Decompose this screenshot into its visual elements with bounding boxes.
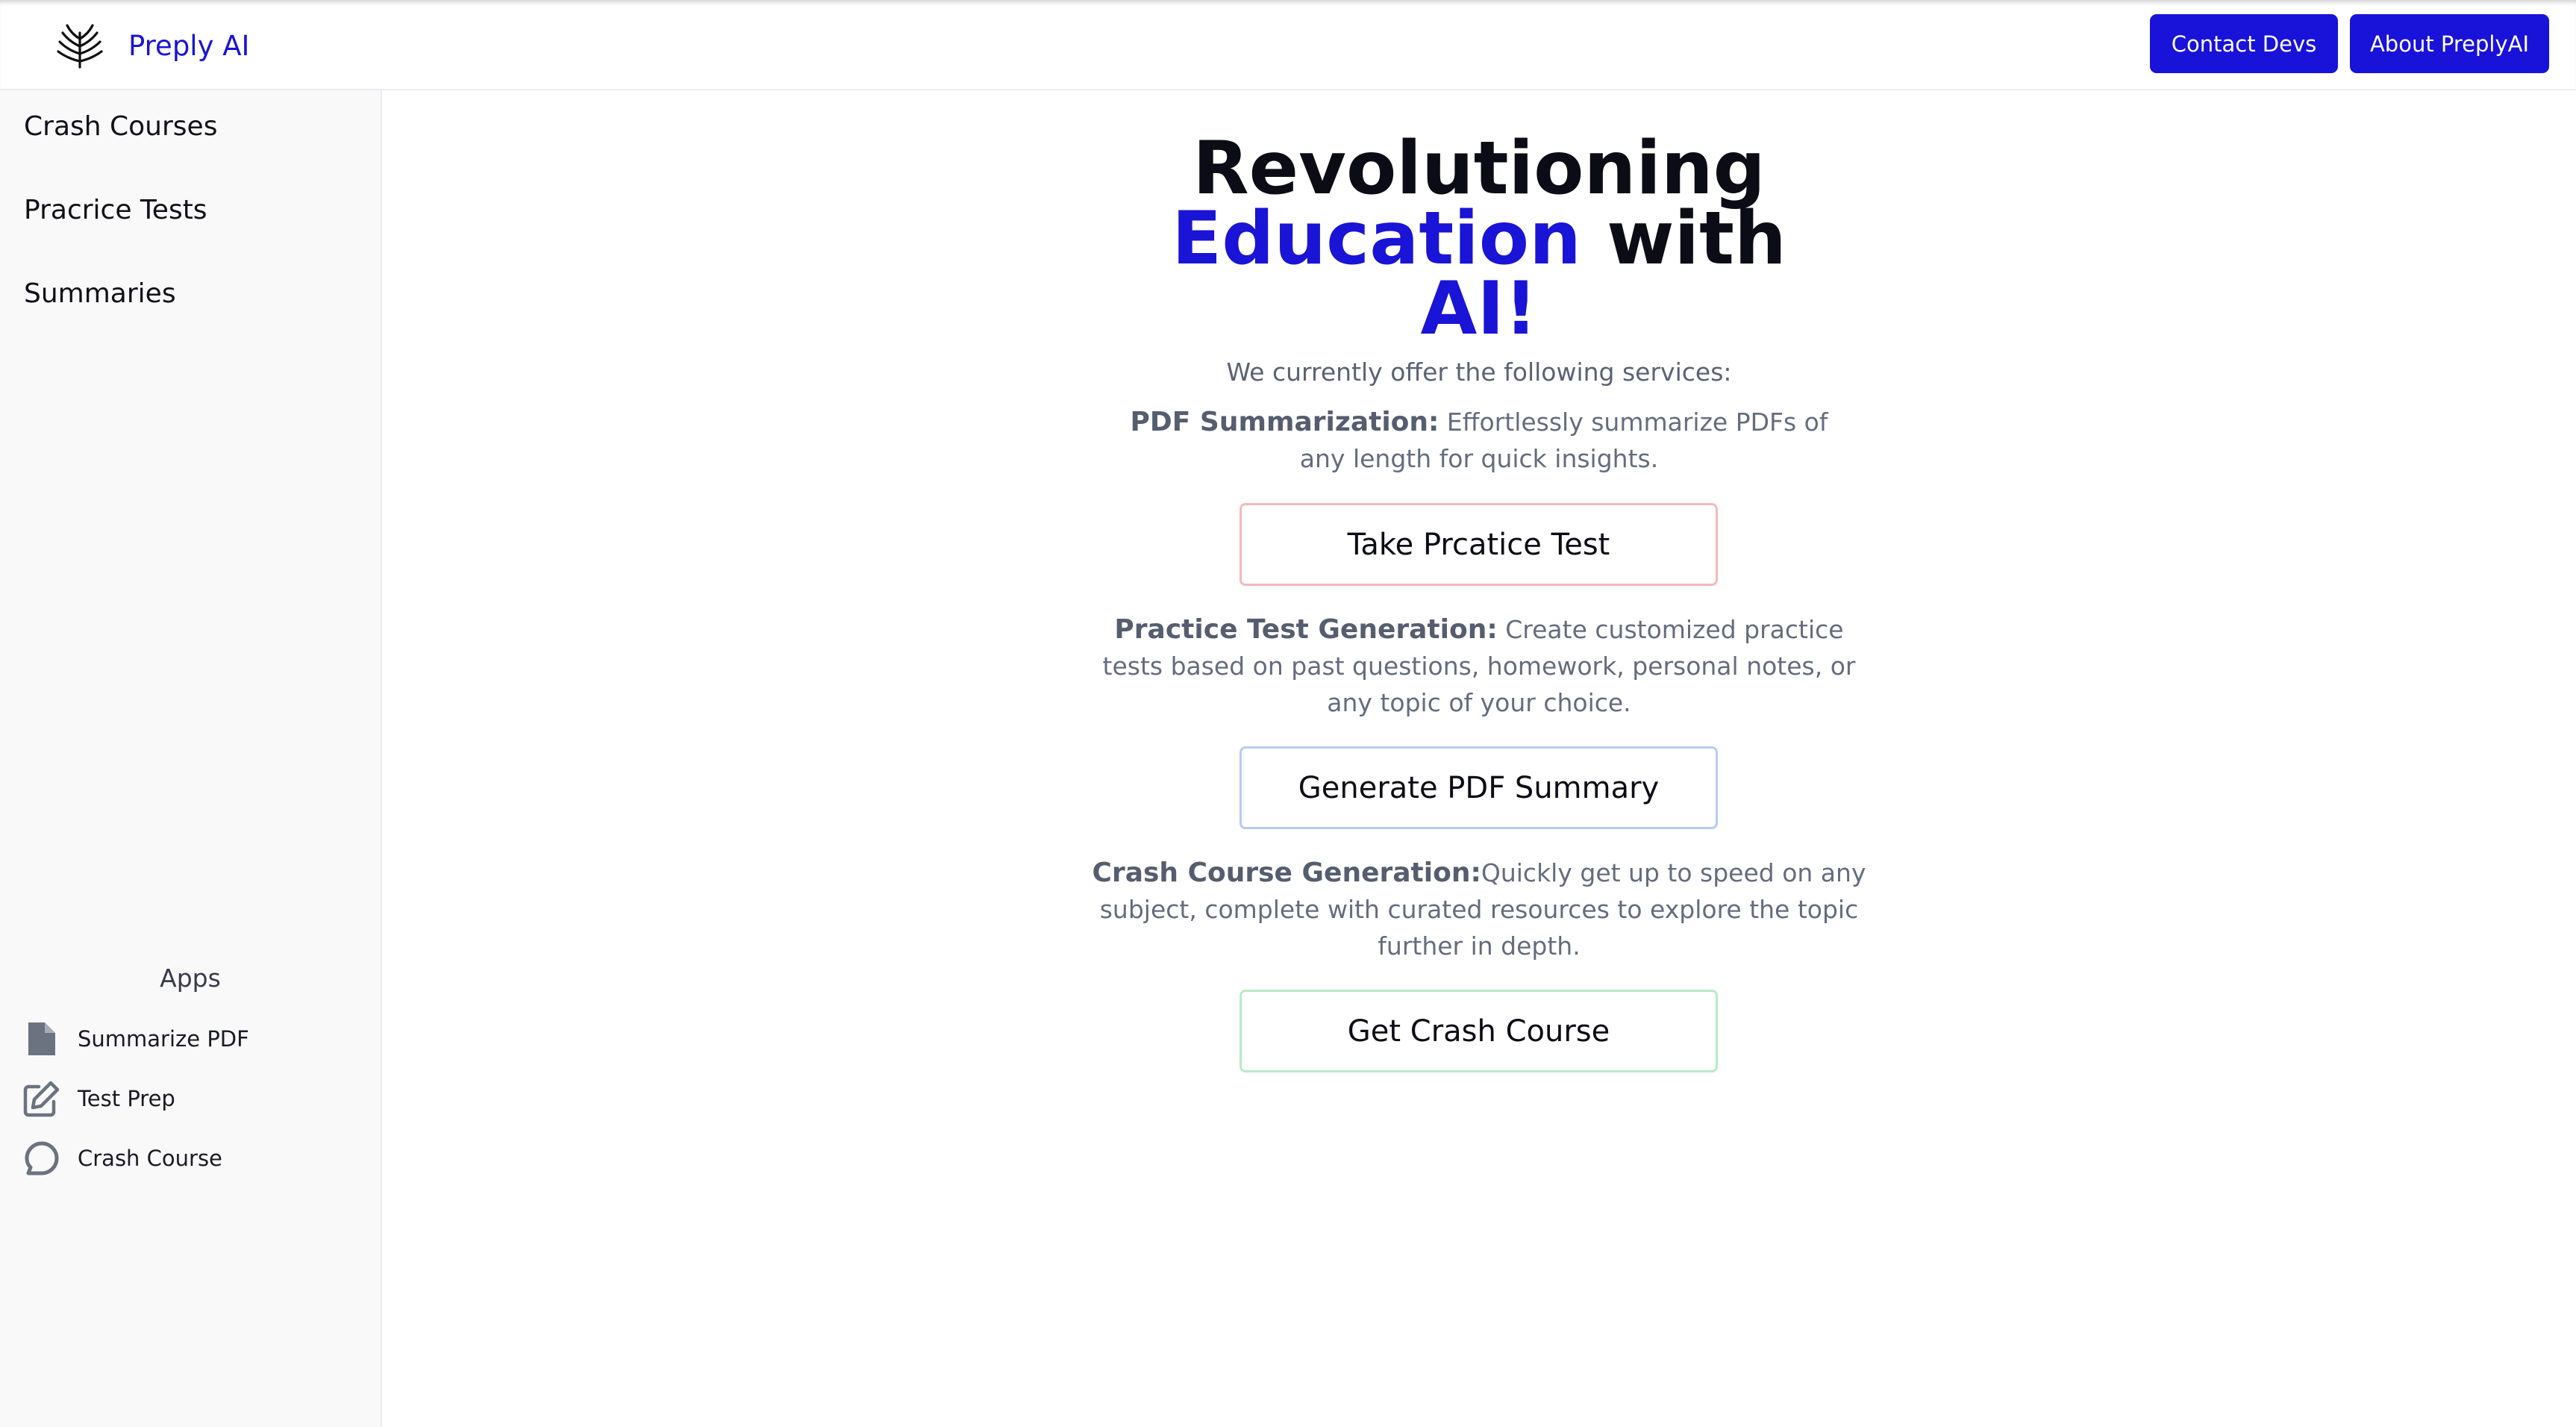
service-title-pdf: PDF Summarization: bbox=[1130, 407, 1439, 437]
sidebar-link-crash-courses[interactable]: Crash Courses bbox=[24, 111, 217, 142]
get-crash-course-button[interactable]: Get Crash Course bbox=[1239, 990, 1718, 1072]
sidebar-link-summaries[interactable]: Summaries bbox=[24, 278, 176, 309]
main-content: Revolutioning Education with AI! We curr… bbox=[382, 90, 2576, 1427]
take-practice-test-button[interactable]: Take Prcatice Test bbox=[1239, 503, 1718, 586]
apps-heading: Apps bbox=[160, 964, 221, 993]
brand[interactable]: Preply AI bbox=[54, 19, 249, 72]
service-title-practice-test: Practice Test Generation: bbox=[1114, 614, 1498, 645]
app-label-test-prep: Test Prep bbox=[78, 1086, 175, 1111]
app-item-test-prep[interactable]: Test Prep bbox=[22, 1078, 175, 1120]
service-description-crash-course: Crash Course Generation:Quickly get up t… bbox=[1084, 855, 1875, 964]
service-title-crash-course: Crash Course Generation: bbox=[1092, 858, 1481, 888]
edit-icon bbox=[23, 1081, 60, 1117]
app-item-crash-course[interactable]: Crash Course bbox=[22, 1137, 222, 1179]
brand-name: Preply AI bbox=[128, 29, 250, 62]
hero-heading: Revolutioning Education with AI! bbox=[382, 132, 2576, 346]
service-description-pdf: PDF Summarization: Effortlessly summariz… bbox=[1113, 404, 1845, 477]
generate-pdf-summary-button[interactable]: Generate PDF Summary bbox=[1239, 746, 1718, 829]
hero-word-ai: AI! bbox=[1420, 266, 1538, 352]
app-label-summarize-pdf: Summarize PDF bbox=[78, 1026, 249, 1052]
document-icon bbox=[28, 1022, 55, 1055]
services-intro: We currently offer the following service… bbox=[1226, 357, 1732, 387]
sidebar-link-practice-tests[interactable]: Pracrice Tests bbox=[24, 195, 207, 225]
top-bar: Preply AI Contact Devs About PreplyAI bbox=[0, 0, 2576, 90]
service-description-practice-test: Practice Test Generation: Create customi… bbox=[1084, 611, 1875, 721]
about-preplyai-button[interactable]: About PreplyAI bbox=[2350, 14, 2549, 73]
contact-devs-button[interactable]: Contact Devs bbox=[2150, 14, 2338, 73]
chat-bubble-icon bbox=[25, 1141, 59, 1175]
hero-word-with: with bbox=[1581, 196, 1786, 281]
app-label-crash-course: Crash Course bbox=[78, 1146, 222, 1171]
sidebar: Crash Courses Pracrice Tests Summaries A… bbox=[0, 90, 382, 1427]
app-item-summarize-pdf[interactable]: Summarize PDF bbox=[22, 1018, 249, 1060]
leaf-logo-icon bbox=[57, 24, 103, 69]
